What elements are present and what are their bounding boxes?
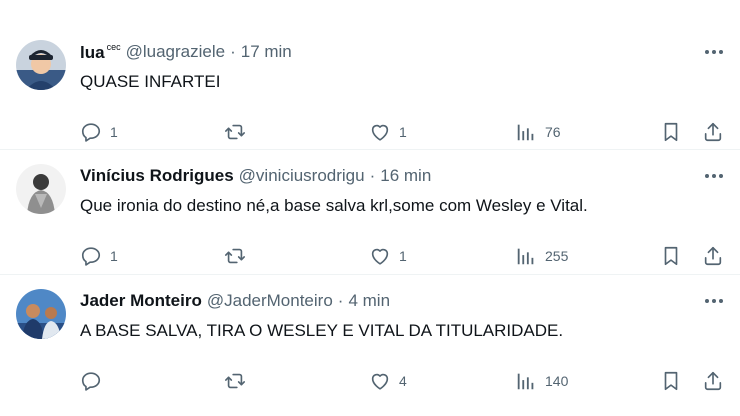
share-button[interactable] bbox=[702, 369, 724, 393]
author-name-superscript: cec bbox=[106, 41, 121, 52]
bookmark-icon bbox=[664, 122, 678, 142]
avatar[interactable] bbox=[16, 289, 66, 339]
like-count: 1 bbox=[399, 248, 407, 264]
share-icon bbox=[704, 122, 722, 142]
author-handle[interactable]: @JaderMonteiro bbox=[207, 291, 333, 311]
post-actions: 1 1 76 bbox=[80, 120, 726, 144]
bookmark-button[interactable] bbox=[660, 244, 682, 268]
repost-icon bbox=[225, 373, 245, 389]
heart-icon bbox=[371, 373, 389, 390]
avatar[interactable] bbox=[16, 40, 66, 90]
post-header: Vinícius Rodrigues @viniciusrodrigu · 16… bbox=[80, 164, 431, 188]
post-text: QUASE INFARTEI bbox=[80, 72, 221, 91]
avatar[interactable] bbox=[16, 164, 66, 214]
more-dots-icon bbox=[705, 50, 723, 54]
like-count: 4 bbox=[399, 373, 407, 389]
post-time[interactable]: 16 min bbox=[380, 166, 431, 186]
post[interactable]: Vinícius Rodrigues @viniciusrodrigu · 16… bbox=[0, 149, 740, 273]
reply-count: 1 bbox=[110, 124, 118, 140]
author-name[interactable]: lua cec bbox=[80, 42, 121, 63]
timeline-feed: lua cec @luagraziele · 17 min QUASE INFAR… bbox=[0, 0, 740, 416]
header-separator: · bbox=[369, 166, 376, 185]
post-time[interactable]: 17 min bbox=[241, 42, 292, 62]
like-button[interactable]: 4 bbox=[369, 369, 407, 393]
views-chart-icon bbox=[517, 373, 534, 390]
reply-button[interactable] bbox=[80, 369, 110, 393]
views-button[interactable]: 76 bbox=[515, 120, 561, 144]
post-actions: 4 140 bbox=[80, 369, 726, 393]
views-button[interactable]: 140 bbox=[515, 369, 568, 393]
bookmark-icon bbox=[664, 246, 678, 266]
bookmark-button[interactable] bbox=[660, 369, 682, 393]
reply-button[interactable]: 1 bbox=[80, 120, 118, 144]
post[interactable]: Jader Monteiro @JaderMonteiro · 4 min A … bbox=[0, 274, 740, 398]
author-handle[interactable]: @luagraziele bbox=[126, 42, 225, 62]
post-header: Jader Monteiro @JaderMonteiro · 4 min bbox=[80, 289, 390, 313]
reply-icon bbox=[81, 123, 101, 142]
author-name-text: lua bbox=[80, 42, 105, 62]
post[interactable]: lua cec @luagraziele · 17 min QUASE INFAR… bbox=[0, 26, 740, 150]
repost-button[interactable] bbox=[224, 120, 254, 144]
views-chart-icon bbox=[517, 248, 534, 265]
views-count: 76 bbox=[545, 124, 561, 140]
post-text: Que ironia do destino né,a base salva kr… bbox=[80, 196, 588, 215]
like-button[interactable]: 1 bbox=[369, 120, 407, 144]
more-options-button[interactable] bbox=[702, 168, 726, 184]
avatar-image bbox=[16, 40, 66, 90]
post-time[interactable]: 4 min bbox=[348, 291, 390, 311]
post-actions: 1 1 255 bbox=[80, 244, 726, 268]
share-icon bbox=[704, 371, 722, 391]
share-icon bbox=[704, 246, 722, 266]
post-text: A BASE SALVA, TIRA O WESLEY E VITAL DA T… bbox=[80, 321, 564, 340]
header-separator: · bbox=[337, 291, 344, 310]
more-dots-icon bbox=[705, 174, 723, 178]
post-header: lua cec @luagraziele · 17 min bbox=[80, 40, 292, 64]
more-dots-icon bbox=[705, 299, 723, 303]
author-name[interactable]: Jader Monteiro bbox=[80, 291, 202, 311]
like-button[interactable]: 1 bbox=[369, 244, 407, 268]
bookmark-icon bbox=[664, 371, 678, 391]
repost-button[interactable] bbox=[224, 369, 254, 393]
reply-button[interactable]: 1 bbox=[80, 244, 118, 268]
heart-icon bbox=[371, 124, 389, 141]
author-handle[interactable]: @viniciusrodrigu bbox=[239, 166, 365, 186]
author-name[interactable]: Vinícius Rodrigues bbox=[80, 166, 234, 186]
avatar-image bbox=[16, 289, 66, 339]
reply-count: 1 bbox=[110, 248, 118, 264]
more-options-button[interactable] bbox=[702, 44, 726, 60]
views-count: 255 bbox=[545, 248, 569, 264]
views-count: 140 bbox=[545, 373, 569, 389]
reply-icon bbox=[81, 372, 101, 391]
header-separator: · bbox=[230, 42, 236, 61]
avatar-image bbox=[16, 164, 66, 214]
views-chart-icon bbox=[517, 124, 534, 141]
repost-icon bbox=[225, 248, 245, 264]
repost-button[interactable] bbox=[224, 244, 254, 268]
share-button[interactable] bbox=[702, 244, 724, 268]
like-count: 1 bbox=[399, 124, 407, 140]
heart-icon bbox=[371, 248, 389, 265]
more-options-button[interactable] bbox=[702, 293, 726, 309]
repost-icon bbox=[225, 124, 245, 140]
bookmark-button[interactable] bbox=[660, 120, 682, 144]
share-button[interactable] bbox=[702, 120, 724, 144]
reply-icon bbox=[81, 247, 101, 266]
views-button[interactable]: 255 bbox=[515, 244, 568, 268]
